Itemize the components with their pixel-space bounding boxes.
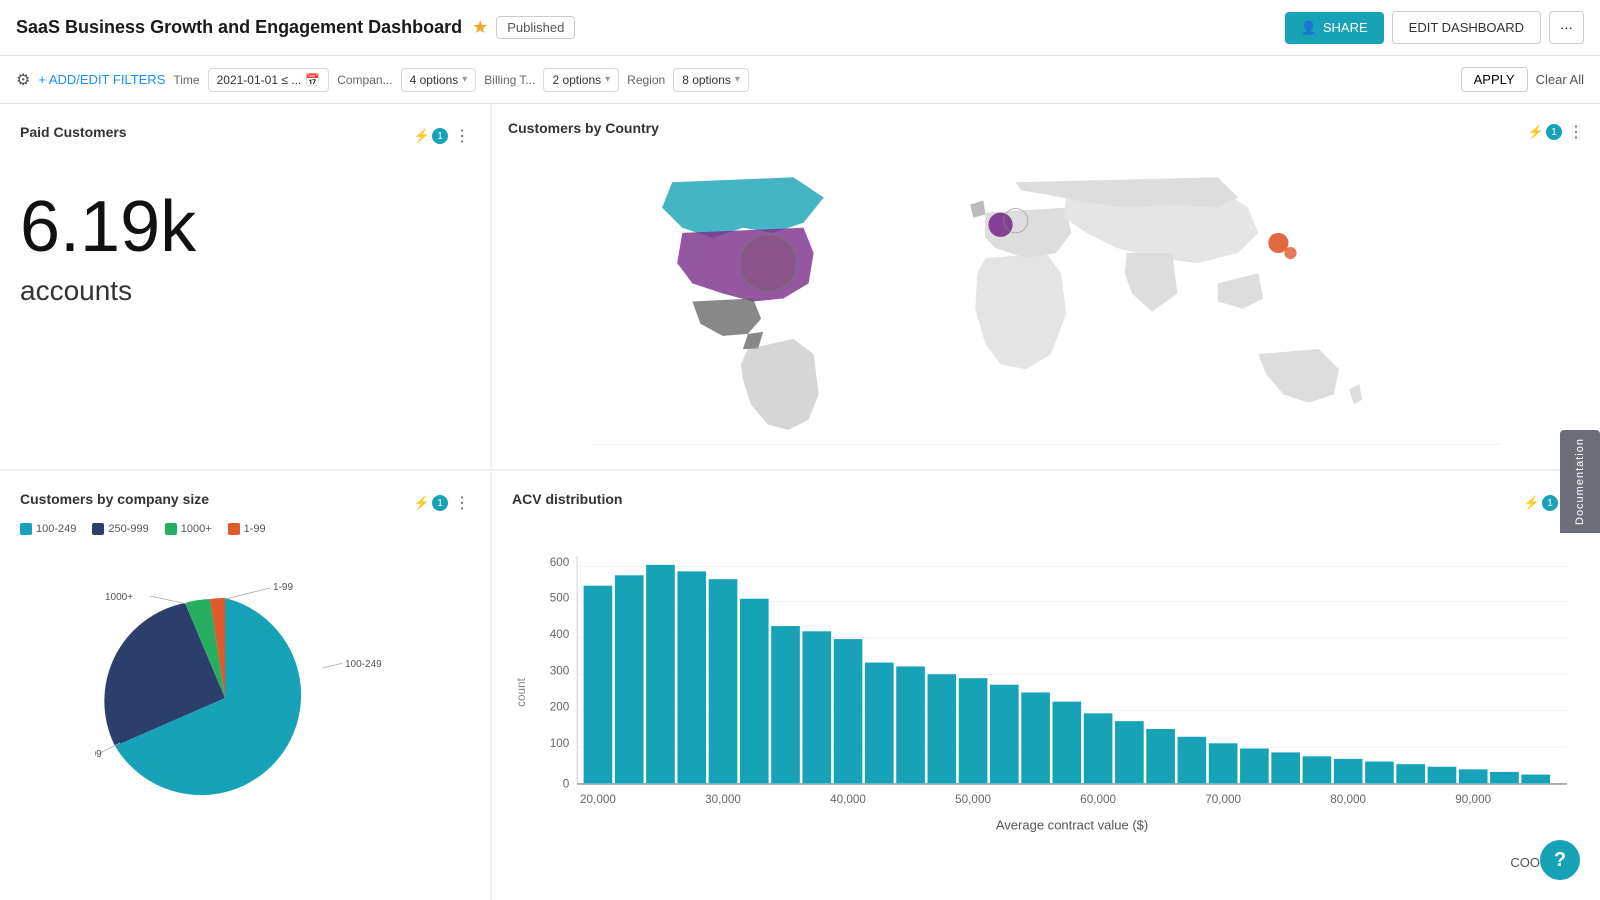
map-card-header: Customers by Country ⚡ 1 ⋮ [508,120,1584,144]
customers-by-country-card: Customers by Country ⚡ 1 ⋮ [492,104,1600,469]
map-card-actions: ⚡ 1 ⋮ [1528,122,1584,142]
gear-button[interactable]: ⚙ [16,70,30,90]
billing-filter-label: Billing T... [484,73,535,87]
svg-text:80,000: 80,000 [1330,793,1366,806]
acv-bar-chart-svg: count 0 100 200 300 400 [512,523,1580,862]
svg-text:20,000: 20,000 [580,793,616,806]
header: SaaS Business Growth and Engagement Dash… [0,0,1600,56]
pie-chart-container: 1-99 1000+ 250-999 100-249 [20,543,470,852]
published-badge: Published [496,16,575,39]
svg-text:1-99: 1-99 [273,582,293,593]
acv-title: ACV distribution [512,491,622,507]
svg-text:500: 500 [550,591,570,604]
svg-text:100-249: 100-249 [345,659,382,670]
company-filter-dropdown[interactable]: 4 options ▾ [401,68,477,92]
help-button[interactable]: ? [1540,840,1580,880]
legend-250-999: 250-999 [92,523,148,535]
map-card-title: Customers by Country [508,120,659,136]
acv-filter-badge: ⚡ 1 [1524,495,1558,511]
share-icon: 👤 [1301,20,1317,36]
pie-chart-svg: 1-99 1000+ 250-999 100-249 [95,578,395,818]
clear-all-button[interactable]: Clear All [1536,67,1584,92]
legend-1-99: 1-99 [228,523,266,535]
add-filters-button[interactable]: + ADD/EDIT FILTERS [38,72,165,87]
dashboard-grid: Paid Customers ⚡ 1 ⋮ 6.19k accounts Cust… [0,104,1600,900]
more-options-button[interactable]: ··· [1549,11,1584,44]
header-actions: 👤 SHARE EDIT DASHBOARD ··· [1285,11,1584,44]
billing-filter-dropdown[interactable]: 2 options ▾ [543,68,619,92]
legend-dot-100-249 [20,523,32,535]
filter-icon-2: ⚡ [1528,124,1544,140]
edit-dashboard-button[interactable]: EDIT DASHBOARD [1392,11,1541,44]
company-size-legend: 100-249 250-999 1000+ 1-99 [20,523,470,535]
company-size-filter-badge: ⚡ 1 [414,495,448,511]
paid-customers-title: Paid Customers [20,124,127,140]
filter-bar: ⚙ + ADD/EDIT FILTERS Time 2021-01-01 ≤ .… [0,56,1600,104]
bar-chart-container: count 0 100 200 300 400 [512,523,1580,862]
legend-100-249: 100-249 [20,523,76,535]
apply-button[interactable]: APPLY [1461,67,1528,92]
paid-customers-menu-button[interactable]: ⋮ [454,126,470,146]
company-size-menu-button[interactable]: ⋮ [454,493,470,513]
paid-customers-card: Paid Customers ⚡ 1 ⋮ 6.19k accounts [0,104,490,469]
time-filter-label: Time [173,73,199,87]
share-button[interactable]: 👤 SHARE [1285,12,1384,44]
svg-text:40,000: 40,000 [830,793,866,806]
company-size-title: Customers by company size [20,491,209,507]
svg-text:200: 200 [550,701,570,714]
page-title: SaaS Business Growth and Engagement Dash… [16,17,462,38]
company-filter-label: Compan... [337,73,392,87]
svg-text:600: 600 [550,556,570,569]
filter-bar-actions: APPLY Clear All [1461,67,1584,92]
svg-text:70,000: 70,000 [1205,793,1241,806]
region-filter-label: Region [627,73,665,87]
calendar-icon: 📅 [305,73,320,87]
acv-distribution-card: ACV distribution ⚡ 1 ⋮ count 0 [492,471,1600,900]
filter-icon: ⚡ [414,128,430,144]
acv-header: ACV distribution ⚡ 1 ⋮ [512,491,1580,515]
map-menu-button[interactable]: ⋮ [1568,122,1584,142]
chevron-down-icon-2: ▾ [605,74,610,85]
paid-customers-actions: ⚡ 1 ⋮ [414,126,470,146]
chevron-down-icon-3: ▾ [735,74,740,85]
legend-dot-1-99 [228,523,240,535]
company-size-actions: ⚡ 1 ⋮ [414,493,470,513]
legend-1000plus: 1000+ [165,523,212,535]
star-icon: ★ [472,17,488,38]
svg-text:90,000: 90,000 [1455,793,1491,806]
svg-text:0: 0 [563,778,570,791]
svg-text:count: count [515,677,528,706]
documentation-tab[interactable]: Documentation [1560,430,1600,533]
svg-text:400: 400 [550,628,570,641]
world-map [508,152,1584,445]
svg-text:250-999: 250-999 [95,749,102,760]
svg-text:60,000: 60,000 [1080,793,1116,806]
region-filter-dropdown[interactable]: 8 options ▾ [673,68,749,92]
filter-icon-4: ⚡ [1524,495,1540,511]
svg-text:Average contract value ($): Average contract value ($) [996,817,1148,832]
paid-customers-value: 6.19k [20,188,470,267]
svg-text:100: 100 [550,737,570,750]
filter-icon-3: ⚡ [414,495,430,511]
legend-dot-1000plus [165,523,177,535]
chevron-down-icon: ▾ [462,74,467,85]
map-filter-badge: ⚡ 1 [1528,124,1562,140]
paid-customers-filter-badge: ⚡ 1 [414,128,448,144]
company-size-header: Customers by company size ⚡ 1 ⋮ [20,491,470,515]
legend-dot-250-999 [92,523,104,535]
map-svg [508,152,1584,445]
time-filter-input[interactable]: 2021-01-01 ≤ ... 📅 [208,68,330,92]
paid-customers-unit: accounts [20,275,470,307]
paid-customers-header: Paid Customers ⚡ 1 ⋮ [20,124,470,148]
coo-label: COO [1510,855,1540,870]
svg-text:30,000: 30,000 [705,793,741,806]
company-size-card: Customers by company size ⚡ 1 ⋮ 100-249 … [0,471,490,900]
svg-text:50,000: 50,000 [955,793,991,806]
svg-text:300: 300 [550,664,570,677]
svg-text:1000+: 1000+ [105,592,133,603]
